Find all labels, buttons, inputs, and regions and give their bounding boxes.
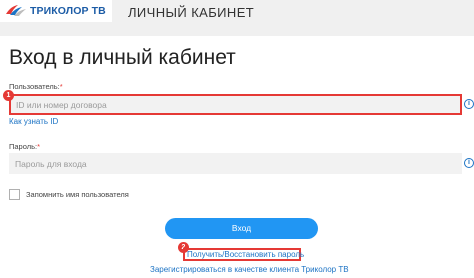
login-button[interactable]: Вход	[165, 218, 318, 239]
remember-label: Запомнить имя пользователя	[26, 190, 129, 199]
password-label: Пароль:*	[9, 142, 40, 151]
password-label-text: Пароль:	[9, 142, 38, 151]
annotation-marker-1: 1	[3, 90, 14, 101]
logo[interactable]: ТРИКОЛОР ТВ	[0, 0, 112, 22]
password-input[interactable]	[9, 153, 462, 174]
find-id-link[interactable]: Как узнать ID	[9, 117, 58, 126]
tricolor-logo-icon	[5, 3, 27, 19]
page-title: Вход в личный кабинет	[9, 46, 236, 69]
recover-password-link[interactable]: Получить/Восстановить пароль	[187, 250, 304, 259]
logo-text: ТРИКОЛОР ТВ	[30, 5, 106, 17]
username-label-text: Пользователь:	[9, 82, 60, 91]
required-mark: *	[59, 82, 63, 91]
header-bar: ТРИКОЛОР ТВ ЛИЧНЫЙ КАБИНЕТ	[0, 0, 474, 36]
register-link[interactable]: Зарегистрироваться в качестве клиента Тр…	[150, 265, 349, 274]
required-mark: *	[37, 142, 41, 151]
info-icon[interactable]: i	[464, 158, 474, 168]
remember-checkbox[interactable]	[9, 189, 20, 200]
info-icon[interactable]: i	[464, 99, 474, 109]
username-label: Пользователь:*	[9, 82, 63, 91]
header-title: ЛИЧНЫЙ КАБИНЕТ	[128, 5, 255, 20]
username-input[interactable]	[9, 94, 462, 115]
